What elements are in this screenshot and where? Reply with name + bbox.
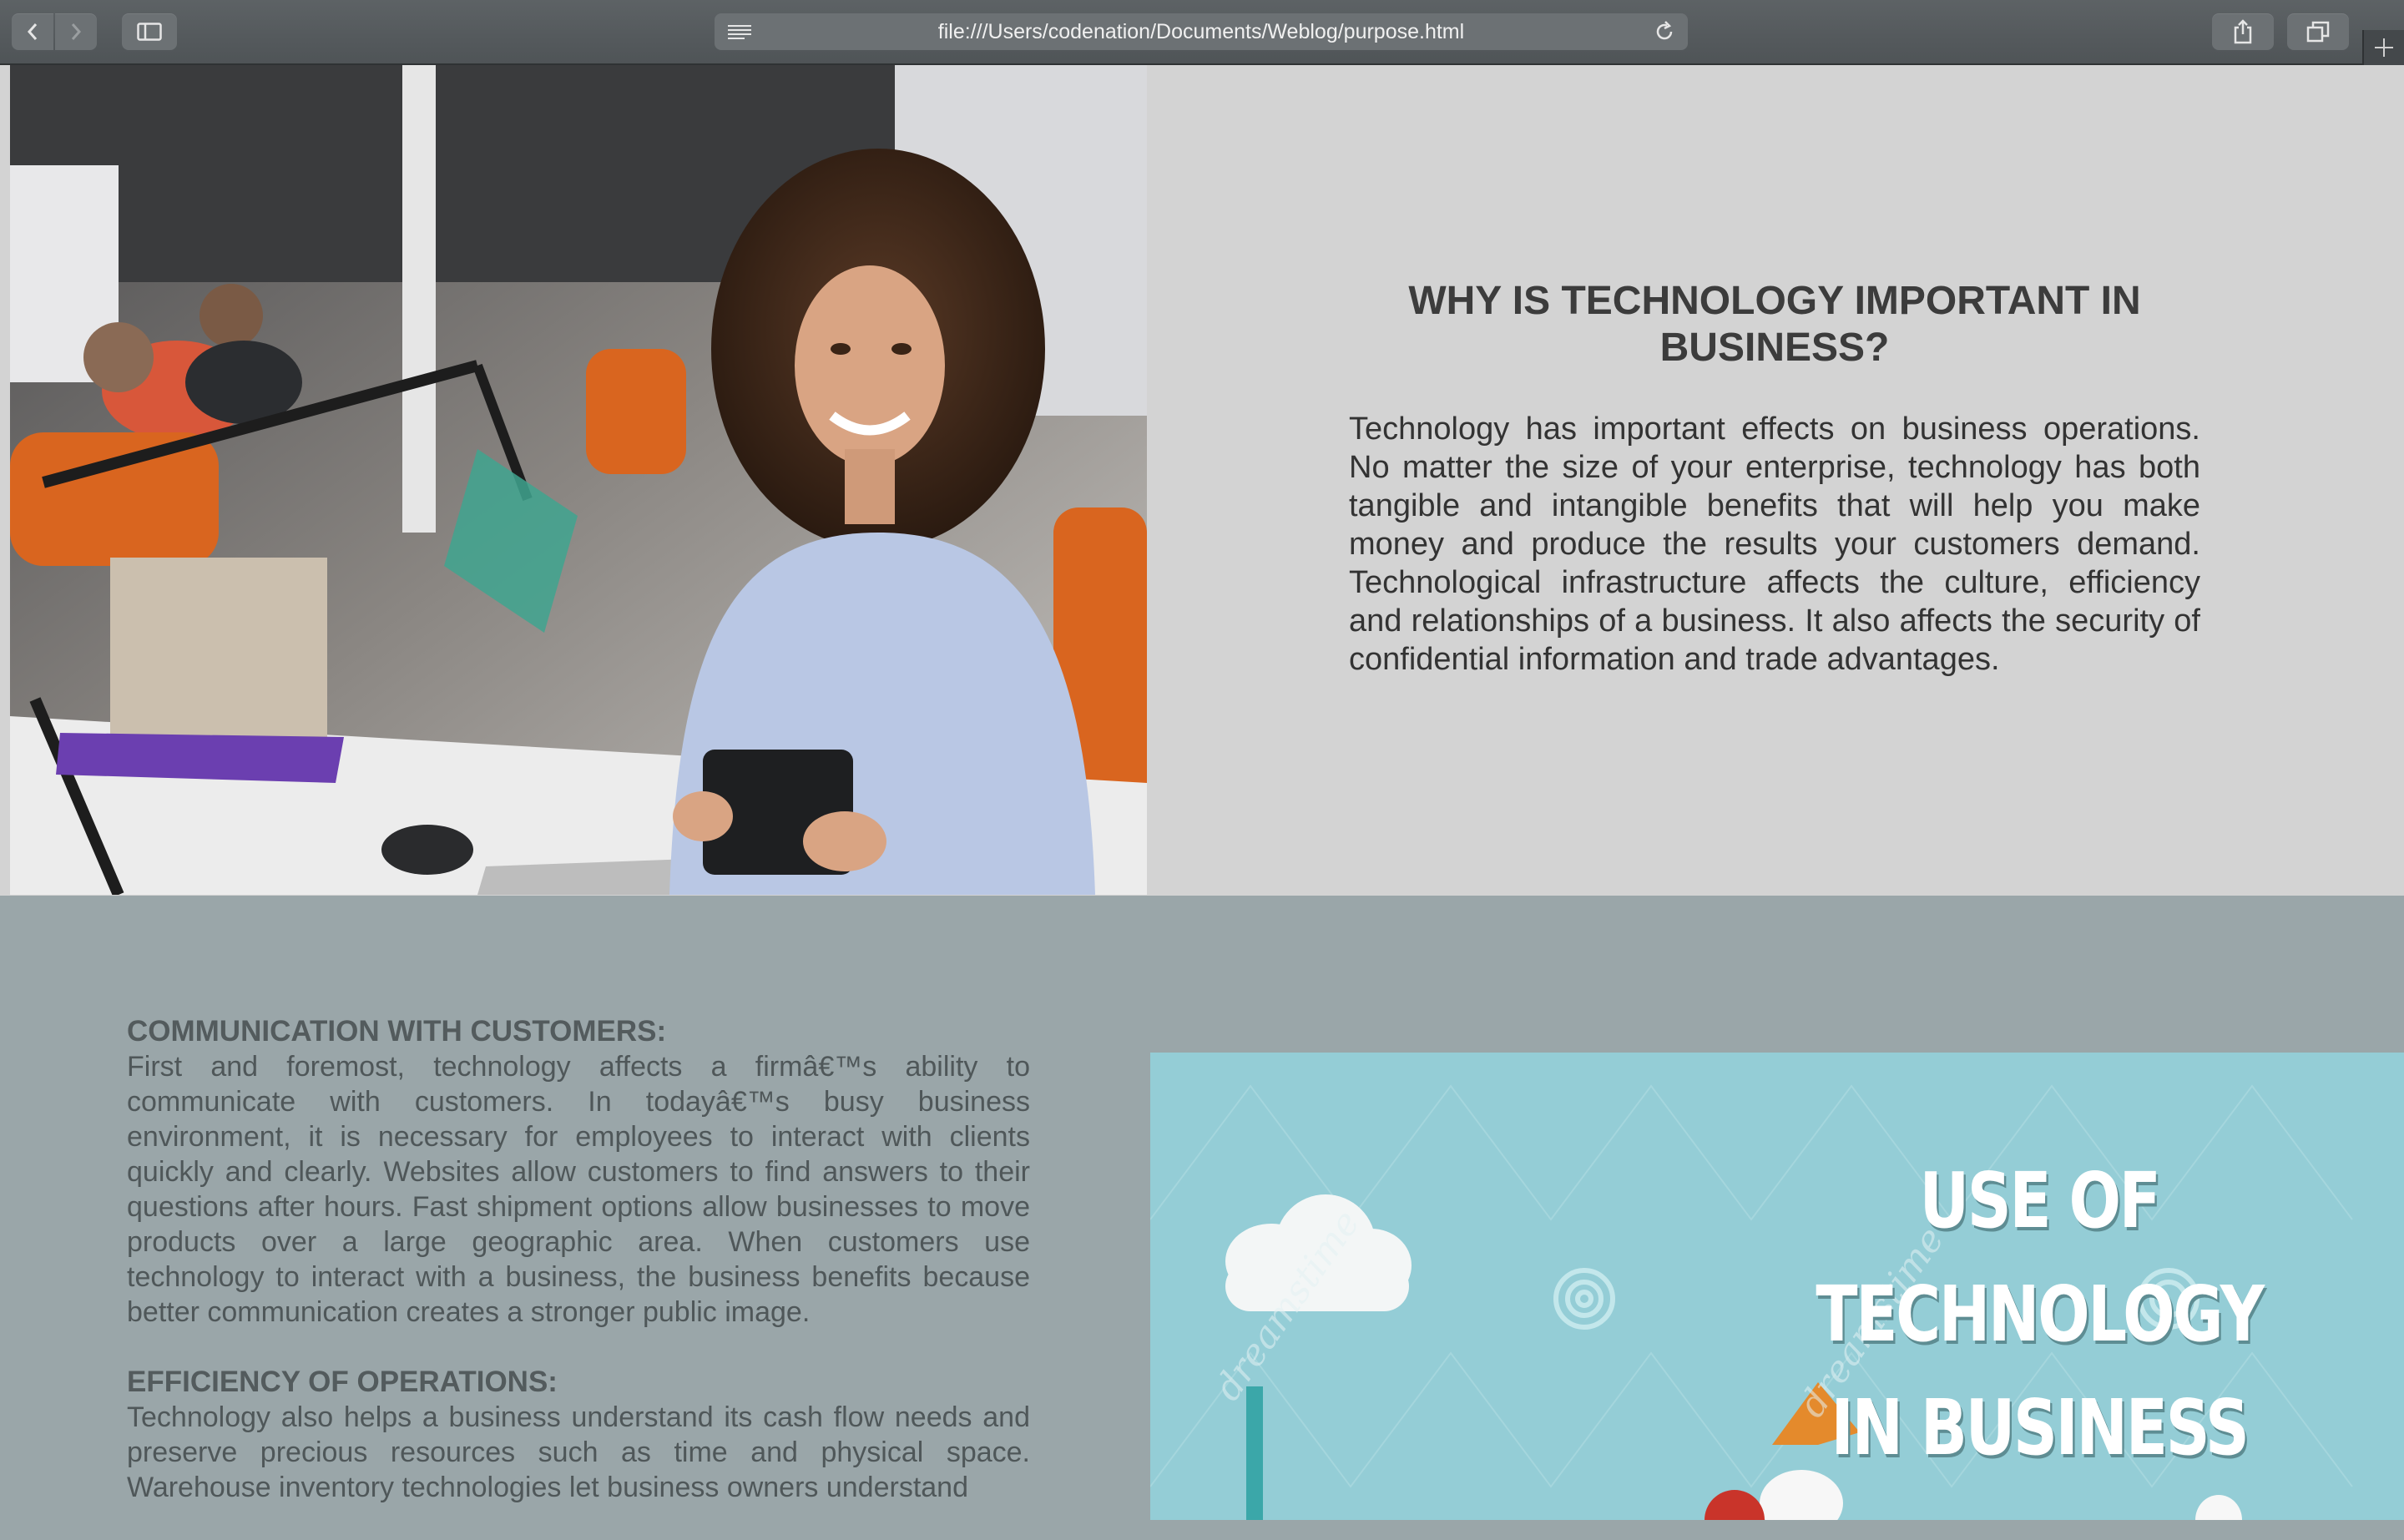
url-text[interactable]: file:///Users/codenation/Documents/Weblo…	[715, 13, 1688, 50]
new-tab-icon	[2375, 38, 2393, 57]
intro-heading: WHY IS TECHNOLOGY IMPORTANT IN BUSINESS?	[1408, 279, 2141, 370]
intro-text-block: WHY IS TECHNOLOGY IMPORTANT IN BUSINESS?…	[1349, 278, 2200, 679]
technology-poster-image: dreamstime dreamstime USE OF TECHNOLOGY …	[1150, 1053, 2404, 1520]
intro-section: WHY IS TECHNOLOGY IMPORTANT IN BUSINESS?…	[0, 65, 2404, 896]
efficiency-heading: EFFICIENCY OF OPERATIONS:	[127, 1366, 558, 1398]
forward-button[interactable]	[55, 13, 97, 50]
back-icon	[27, 23, 38, 40]
address-bar[interactable]: file:///Users/codenation/Documents/Weblo…	[715, 13, 1688, 50]
forward-icon	[71, 23, 82, 40]
show-tabs-button[interactable]	[2287, 13, 2349, 50]
communication-paragraph: First and foremost, technology affects a…	[127, 1051, 1030, 1328]
poster-title-line1: USE OF TECHNOLOGY	[1816, 1156, 2265, 1359]
back-button[interactable]	[12, 13, 53, 50]
details-section: COMMUNICATION WITH CUSTOMERS: First and …	[0, 896, 2404, 1520]
hero-photo	[10, 65, 1147, 895]
browser-toolbar: file:///Users/codenation/Documents/Weblo…	[0, 0, 2404, 65]
tabs-icon	[2306, 21, 2330, 43]
reload-icon[interactable]	[1653, 20, 1676, 43]
sidebar-icon	[137, 23, 162, 41]
details-text-column: COMMUNICATION WITH CUSTOMERS: First and …	[127, 1014, 1030, 1540]
intro-paragraph: Technology has important effects on busi…	[1349, 412, 2200, 677]
new-tab-button[interactable]	[2362, 30, 2404, 65]
poster-title-line2: IN BUSINESS	[1831, 1383, 2249, 1472]
share-icon	[2234, 19, 2252, 44]
communication-heading: COMMUNICATION WITH CUSTOMERS:	[127, 1015, 667, 1048]
sidebar-button[interactable]	[122, 13, 177, 50]
share-button[interactable]	[2212, 13, 2274, 50]
efficiency-paragraph: Technology also helps a business underst…	[127, 1401, 1030, 1503]
poster-title: USE OF TECHNOLOGY IN BUSINESS	[1755, 1144, 2323, 1485]
